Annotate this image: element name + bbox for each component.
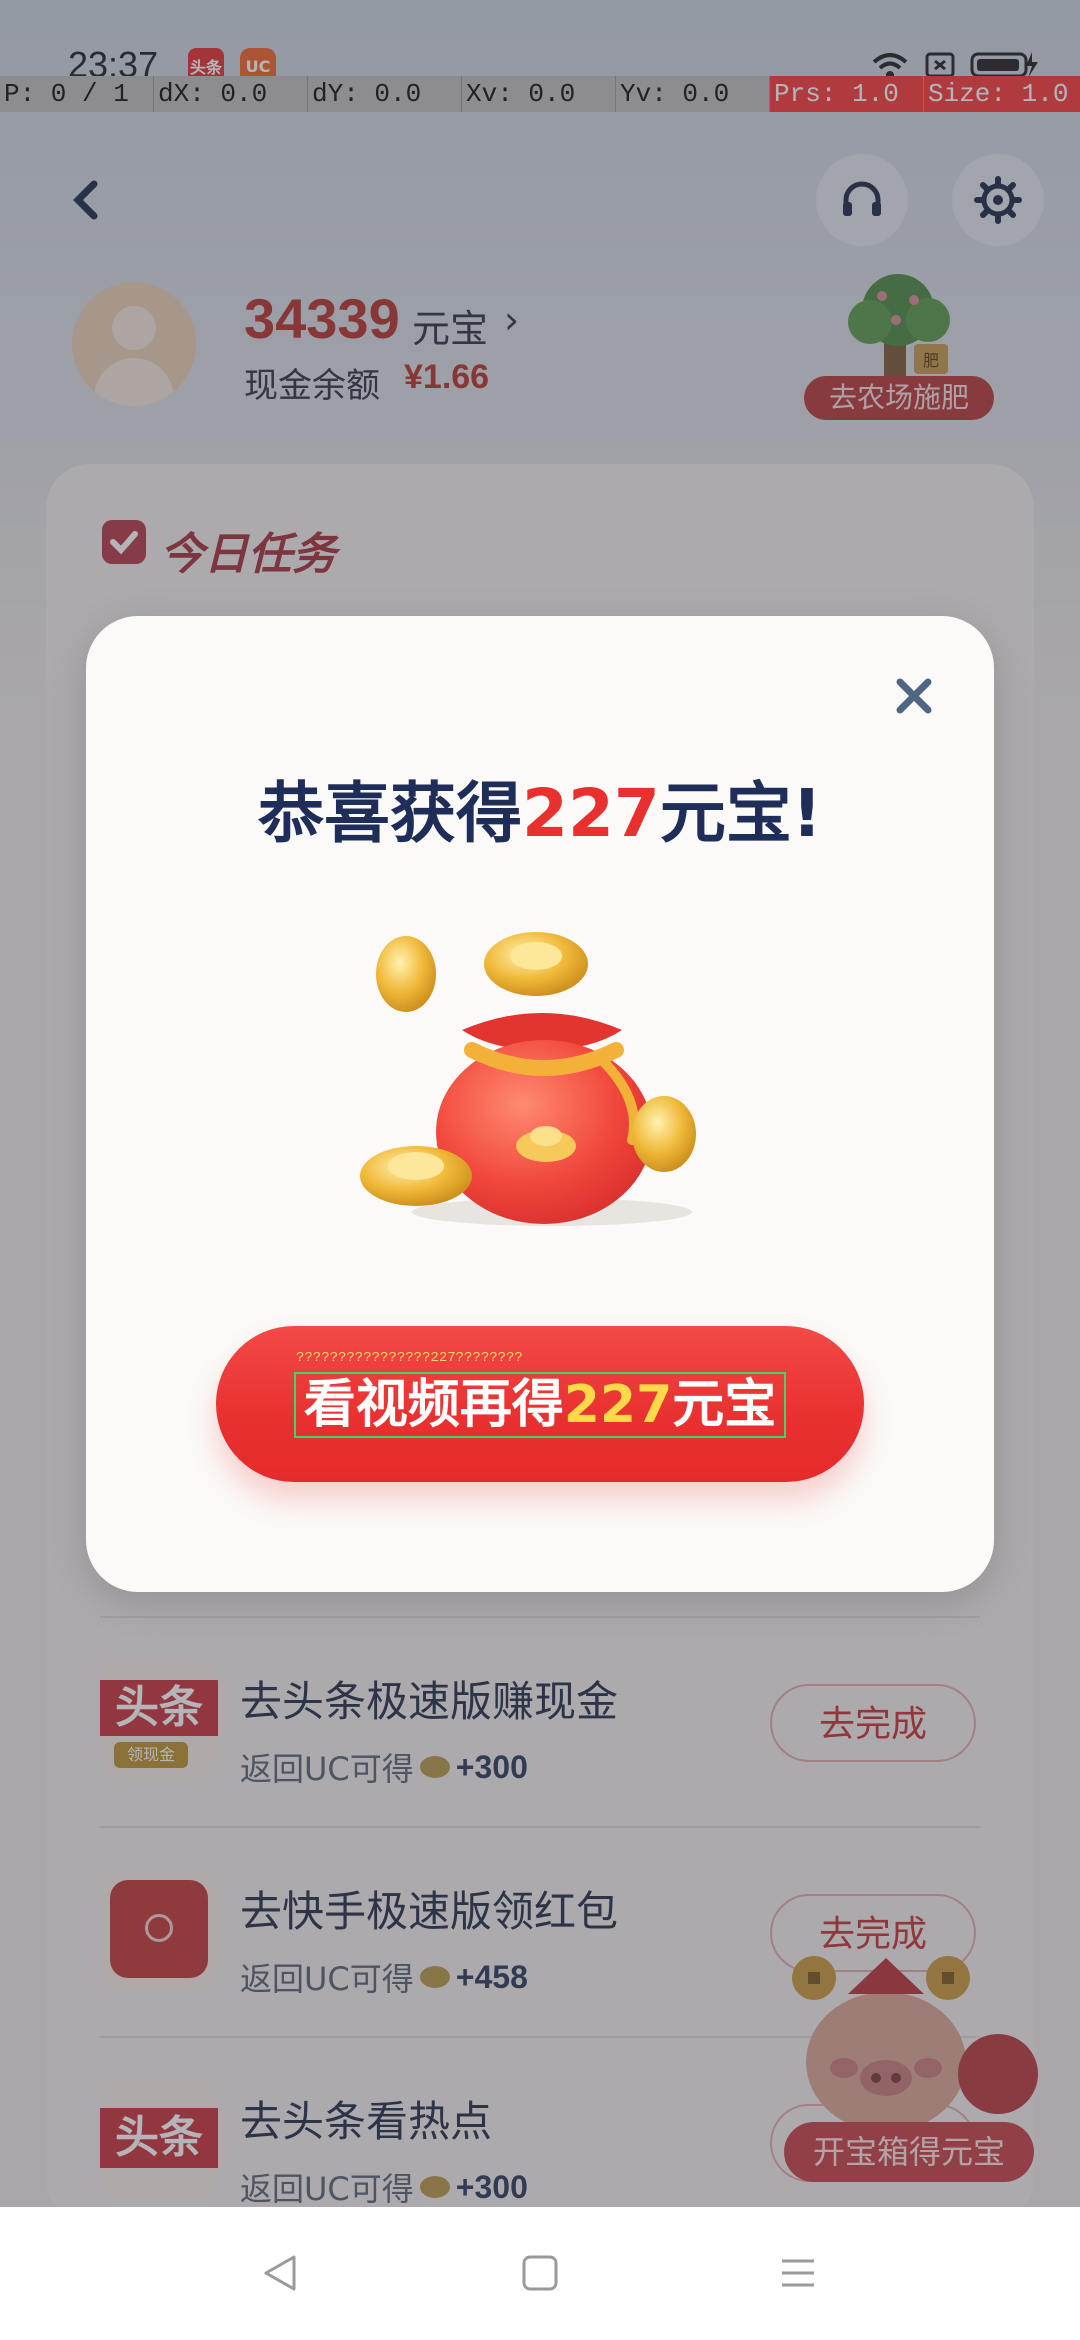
cta-prefix: 看视频再得 xyxy=(303,1375,564,1435)
cta-amount: 227 xyxy=(563,1375,673,1435)
menu-lines-icon xyxy=(782,2259,814,2287)
nav-home-button[interactable] xyxy=(515,2248,565,2298)
lucky-bag-ingot-icon xyxy=(360,932,696,1226)
watch-video-reward-label[interactable]: 看视频再得227元宝 xyxy=(294,1372,786,1438)
nav-back-button[interactable] xyxy=(255,2248,305,2298)
cta-debug-text: ????????????????227???????? xyxy=(296,1350,523,1366)
reward-title-suffix: 元宝! xyxy=(659,775,822,852)
nav-menu-button[interactable] xyxy=(773,2248,823,2298)
square-home-icon xyxy=(522,2255,558,2291)
triangle-back-icon xyxy=(264,2255,296,2291)
close-icon xyxy=(896,678,932,714)
reward-title: 恭喜获得227元宝! xyxy=(86,760,994,856)
reward-title-amount: 227 xyxy=(522,775,660,852)
reward-title-prefix: 恭喜获得 xyxy=(258,775,523,852)
cta-suffix: 元宝 xyxy=(672,1375,777,1435)
dialog-close-button[interactable] xyxy=(886,668,942,724)
